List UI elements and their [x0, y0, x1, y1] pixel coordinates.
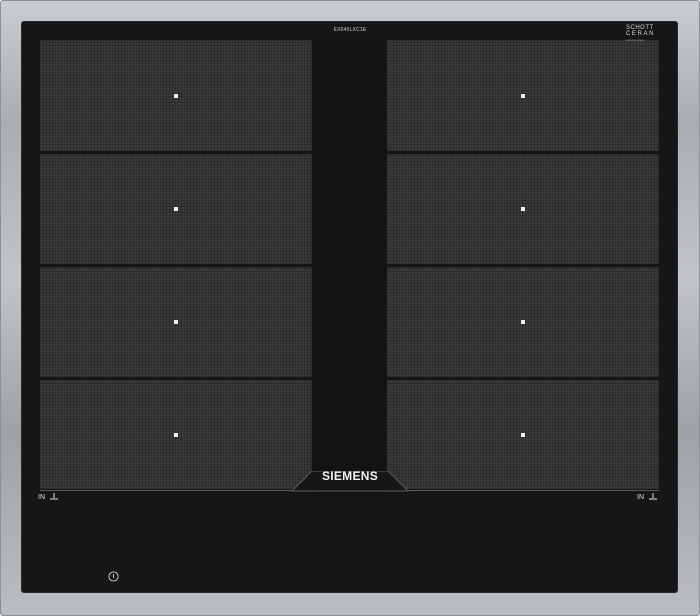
zone-center-marker: [174, 320, 178, 324]
right-induction-indicator: IN: [637, 493, 658, 501]
zone-center-marker: [174, 93, 178, 98]
zone-center-marker: [174, 432, 178, 437]
cooking-zone-right-1[interactable]: [387, 40, 659, 151]
in-label: IN: [38, 493, 45, 501]
center-divider-strip: [313, 40, 386, 495]
cooking-zone-left-3[interactable]: [40, 267, 312, 377]
left-induction-indicator: IN: [38, 493, 59, 501]
pan-icon: [649, 493, 657, 500]
left-zone-baseline: [40, 490, 292, 491]
in-label: IN: [637, 493, 644, 501]
zone-center-marker: [521, 93, 525, 98]
siemens-logo: SIEMENS: [321, 469, 379, 483]
cooking-zone-right-2[interactable]: [387, 154, 659, 264]
zone-center-marker: [521, 320, 525, 324]
cooking-zone-right-4[interactable]: [387, 380, 659, 489]
schott-ceran-logo: SCHOTT CERAN ceramic glass: [626, 25, 656, 42]
power-button[interactable]: [108, 569, 119, 582]
cooktop-frame: EX645LXC1E SCHOTT CERAN ceramic glass SI…: [0, 0, 700, 616]
cooking-zone-left-4[interactable]: [40, 380, 312, 489]
zone-center-marker: [521, 207, 525, 211]
zone-center-marker: [174, 207, 178, 211]
cooking-zone-left-1[interactable]: [40, 40, 312, 151]
zone-center-marker: [521, 432, 525, 437]
power-icon: [108, 571, 119, 582]
cooking-zone-left-2[interactable]: [40, 154, 312, 264]
pan-icon: [50, 493, 58, 500]
right-zone-baseline: [408, 490, 659, 491]
cooking-zone-right-3[interactable]: [387, 267, 659, 377]
model-number-label: EX645LXC1E: [333, 27, 367, 33]
